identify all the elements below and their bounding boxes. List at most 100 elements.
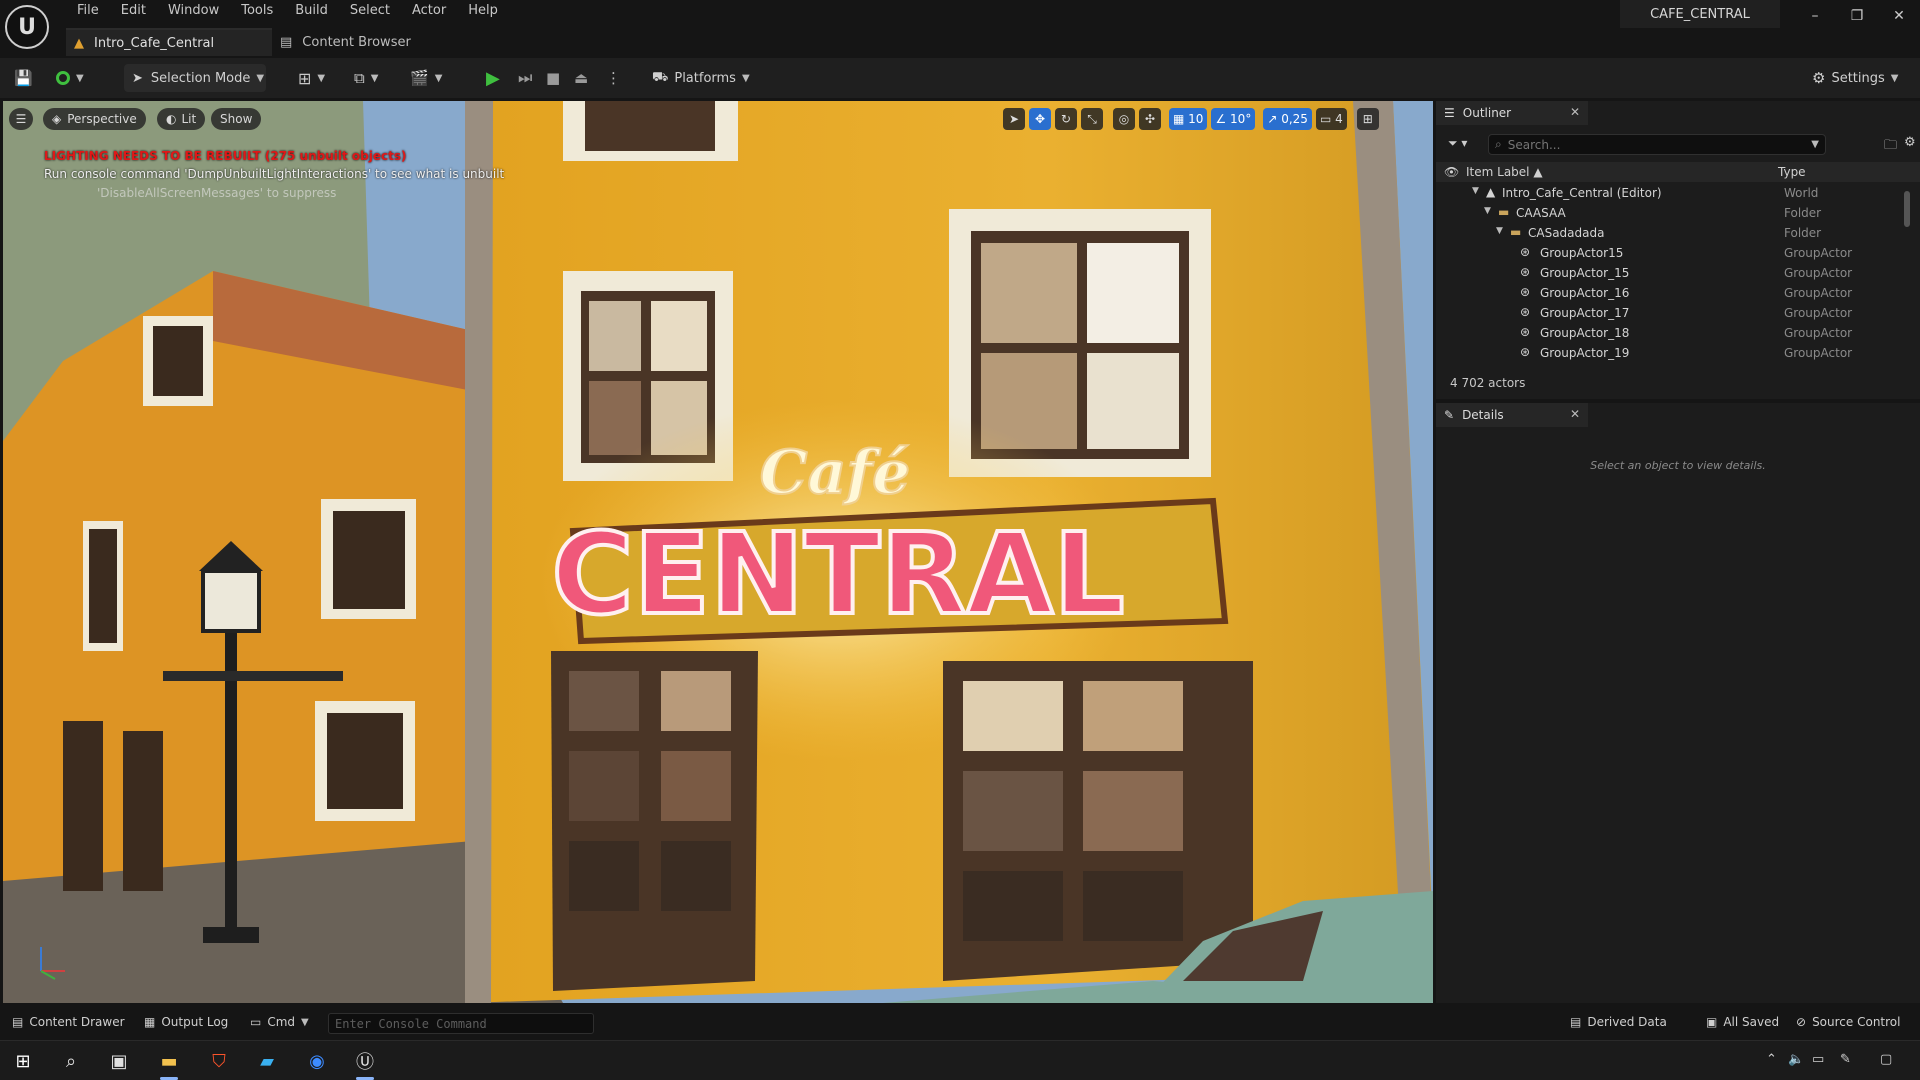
scale-snap-button[interactable]: ↗ 0,25 (1263, 108, 1312, 130)
camera-icon: ▭ (1319, 112, 1332, 126)
level-viewport[interactable]: CENTRAL Café ☰ ◈ Perspective ◐ Lit Show … (3, 101, 1433, 1003)
chevron-down-icon[interactable]: ▼ (1811, 139, 1819, 150)
minimize-icon[interactable]: – (1794, 0, 1836, 32)
menu-file[interactable]: File (66, 0, 110, 24)
source-control-status-button[interactable]: ▼ (56, 64, 84, 92)
folder-app-icon[interactable]: ▰ (252, 1047, 282, 1075)
close-icon[interactable]: ✕ (1878, 0, 1920, 32)
file-explorer-icon[interactable]: ▬ (154, 1047, 184, 1080)
close-icon[interactable]: ✕ (1570, 407, 1580, 421)
tab-content-browser[interactable]: ▤ Content Browser (280, 28, 411, 56)
world-space-icon[interactable]: ◎ (1113, 108, 1135, 130)
console-command-input[interactable] (328, 1013, 594, 1034)
add-content-button[interactable]: ⊞ ▼ (298, 64, 325, 92)
lit-button[interactable]: ◐ Lit (157, 108, 206, 130)
grid-snap-button[interactable]: ▦ 10 (1169, 108, 1208, 130)
group-actor-icon: ⊛ (1520, 325, 1531, 339)
stop-button[interactable]: ■ (546, 64, 560, 92)
pen-icon[interactable]: ✎ (1840, 1052, 1851, 1067)
unreal-engine-taskbar-icon[interactable]: Ⓤ (350, 1047, 380, 1080)
source-control-button[interactable]: ⊘ Source Control (1796, 1015, 1900, 1029)
menu-help[interactable]: Help (457, 0, 509, 24)
expand-arrow-icon[interactable]: ▼ (1496, 226, 1503, 236)
windows-start-icon[interactable]: ⊞ (8, 1047, 38, 1075)
all-saved-button[interactable]: ▣ All Saved (1706, 1015, 1779, 1029)
chevron-down-icon: ▼ (256, 72, 265, 84)
tree-row[interactable]: ⊛ GroupActor_15 GroupActor (1436, 263, 1908, 283)
project-name: CAFE_CENTRAL (1620, 0, 1780, 28)
launcher-app-icon[interactable]: ◉ (302, 1047, 332, 1075)
menu-select[interactable]: Select (339, 0, 401, 24)
notifications-icon[interactable]: ▢ (1880, 1052, 1892, 1067)
details-tab[interactable]: ✎ Details ✕ (1436, 403, 1588, 427)
unreal-logo-icon[interactable]: U (5, 5, 49, 49)
selection-mode-button[interactable]: ➤ Selection Mode ▼ (124, 64, 266, 92)
task-view-icon[interactable]: ▣ (104, 1047, 134, 1075)
cmd-dropdown[interactable]: ▭ Cmd ▼ (250, 1015, 309, 1029)
tree-row[interactable]: ⊛ GroupActor_16 GroupActor (1436, 283, 1908, 303)
expand-arrow-icon[interactable]: ▼ (1484, 206, 1491, 216)
actor-count: 4 702 actors (1450, 376, 1526, 390)
close-icon[interactable]: ✕ (1570, 105, 1580, 119)
restore-icon[interactable]: ❐ (1836, 0, 1878, 32)
filter-icon[interactable]: ⏷ ▾ (1448, 136, 1467, 151)
camera-speed-button[interactable]: ▭ 4 (1315, 108, 1347, 130)
show-button[interactable]: Show (211, 108, 262, 130)
outliner-scrollbar[interactable] (1904, 191, 1910, 227)
brave-browser-icon[interactable]: ⛉ (204, 1047, 234, 1075)
chevron-down-icon: ▼ (317, 72, 326, 84)
network-icon[interactable]: ▭ (1812, 1052, 1824, 1067)
column-type[interactable]: Type (1778, 165, 1806, 179)
blueprints-button[interactable]: ⧉ ▼ (354, 64, 378, 92)
volume-icon[interactable]: 🔈 (1788, 1052, 1804, 1067)
outliner-filter-bar: ⏷ ▾ ⌕ ▼ 🗀 ⚙ (1436, 131, 1920, 157)
surface-snap-icon[interactable]: ✣ (1139, 108, 1161, 130)
eject-button[interactable]: ⏏ (574, 64, 588, 92)
scale-icon[interactable]: ⤡ (1081, 108, 1103, 130)
content-drawer-button[interactable]: ▤ Content Drawer (12, 1015, 125, 1029)
menu-edit[interactable]: Edit (110, 0, 157, 24)
status-bar: ▤ Content Drawer ▦ Output Log ▭ Cmd ▼ ▤ … (0, 1008, 1920, 1038)
column-item-label[interactable]: Item Label ▲ (1466, 165, 1543, 179)
menu-window[interactable]: Window (157, 0, 230, 24)
cmd-label: Cmd (267, 1015, 296, 1029)
save-icon[interactable]: 💾 (14, 64, 33, 92)
output-log-button[interactable]: ▦ Output Log (144, 1015, 228, 1029)
platforms-button[interactable]: ⛟ Platforms ▼ (652, 64, 750, 92)
rotate-icon[interactable]: ↻ (1055, 108, 1077, 130)
tree-row[interactable]: ⊛ GroupActor15 GroupActor (1436, 243, 1908, 263)
select-mode-icon[interactable]: ➤ (1003, 108, 1025, 130)
outliner-search-input[interactable] (1507, 137, 1798, 152)
perspective-button[interactable]: ◈ Perspective (43, 108, 146, 130)
viewport-options-button[interactable]: ☰ (9, 108, 33, 130)
viewport-layout-icon[interactable]: ⊞ (1356, 108, 1379, 130)
play-options-button[interactable]: ⋮ (606, 64, 621, 92)
menu-build[interactable]: Build (284, 0, 339, 24)
settings-button[interactable]: ⚙ Settings ▼ (1812, 64, 1898, 92)
eye-icon[interactable]: 👁 (1444, 165, 1459, 179)
menu-actor[interactable]: Actor (401, 0, 457, 24)
tree-row-label: GroupActor_17 (1540, 306, 1630, 320)
advance-frame-button[interactable]: ⏭ (518, 64, 532, 92)
expand-arrow-icon[interactable]: ▼ (1472, 186, 1479, 196)
search-icon[interactable]: ⌕ (56, 1047, 86, 1075)
cinematics-button[interactable]: 🎬 ▼ (410, 64, 442, 92)
tree-row[interactable]: ▼ ▲ Intro_Cafe_Central (Editor) World (1436, 183, 1908, 203)
derived-data-button[interactable]: ▤ Derived Data (1570, 1015, 1667, 1029)
add-folder-icon[interactable]: 🗀 (1884, 136, 1897, 158)
tree-row[interactable]: ▼ ▬ CASadadada Folder (1436, 223, 1908, 243)
tray-chevron-up-icon[interactable]: ⌃ (1766, 1052, 1777, 1067)
tree-row[interactable]: ▼ ▬ CAASAA Folder (1436, 203, 1908, 223)
tree-row[interactable]: ⊛ GroupActor_19 GroupActor (1436, 343, 1908, 363)
play-button[interactable]: ▶ (486, 64, 500, 92)
tree-row[interactable]: ⊛ GroupActor_18 GroupActor (1436, 323, 1908, 343)
translate-icon[interactable]: ✥ (1029, 108, 1051, 130)
details-panel: ✎ Details ✕ Select an object to view det… (1436, 403, 1920, 1003)
tab-level[interactable]: ▲ Intro_Cafe_Central (66, 28, 272, 56)
outliner-tab[interactable]: ☰ Outliner ✕ (1436, 101, 1588, 125)
menu-tools[interactable]: Tools (230, 0, 284, 24)
tree-row[interactable]: ⊛ GroupActor_17 GroupActor (1436, 303, 1908, 323)
tree-row-type: GroupActor (1784, 266, 1853, 280)
rotation-snap-button[interactable]: ∠ 10° (1211, 108, 1256, 130)
gear-icon[interactable]: ⚙ (1904, 135, 1916, 150)
